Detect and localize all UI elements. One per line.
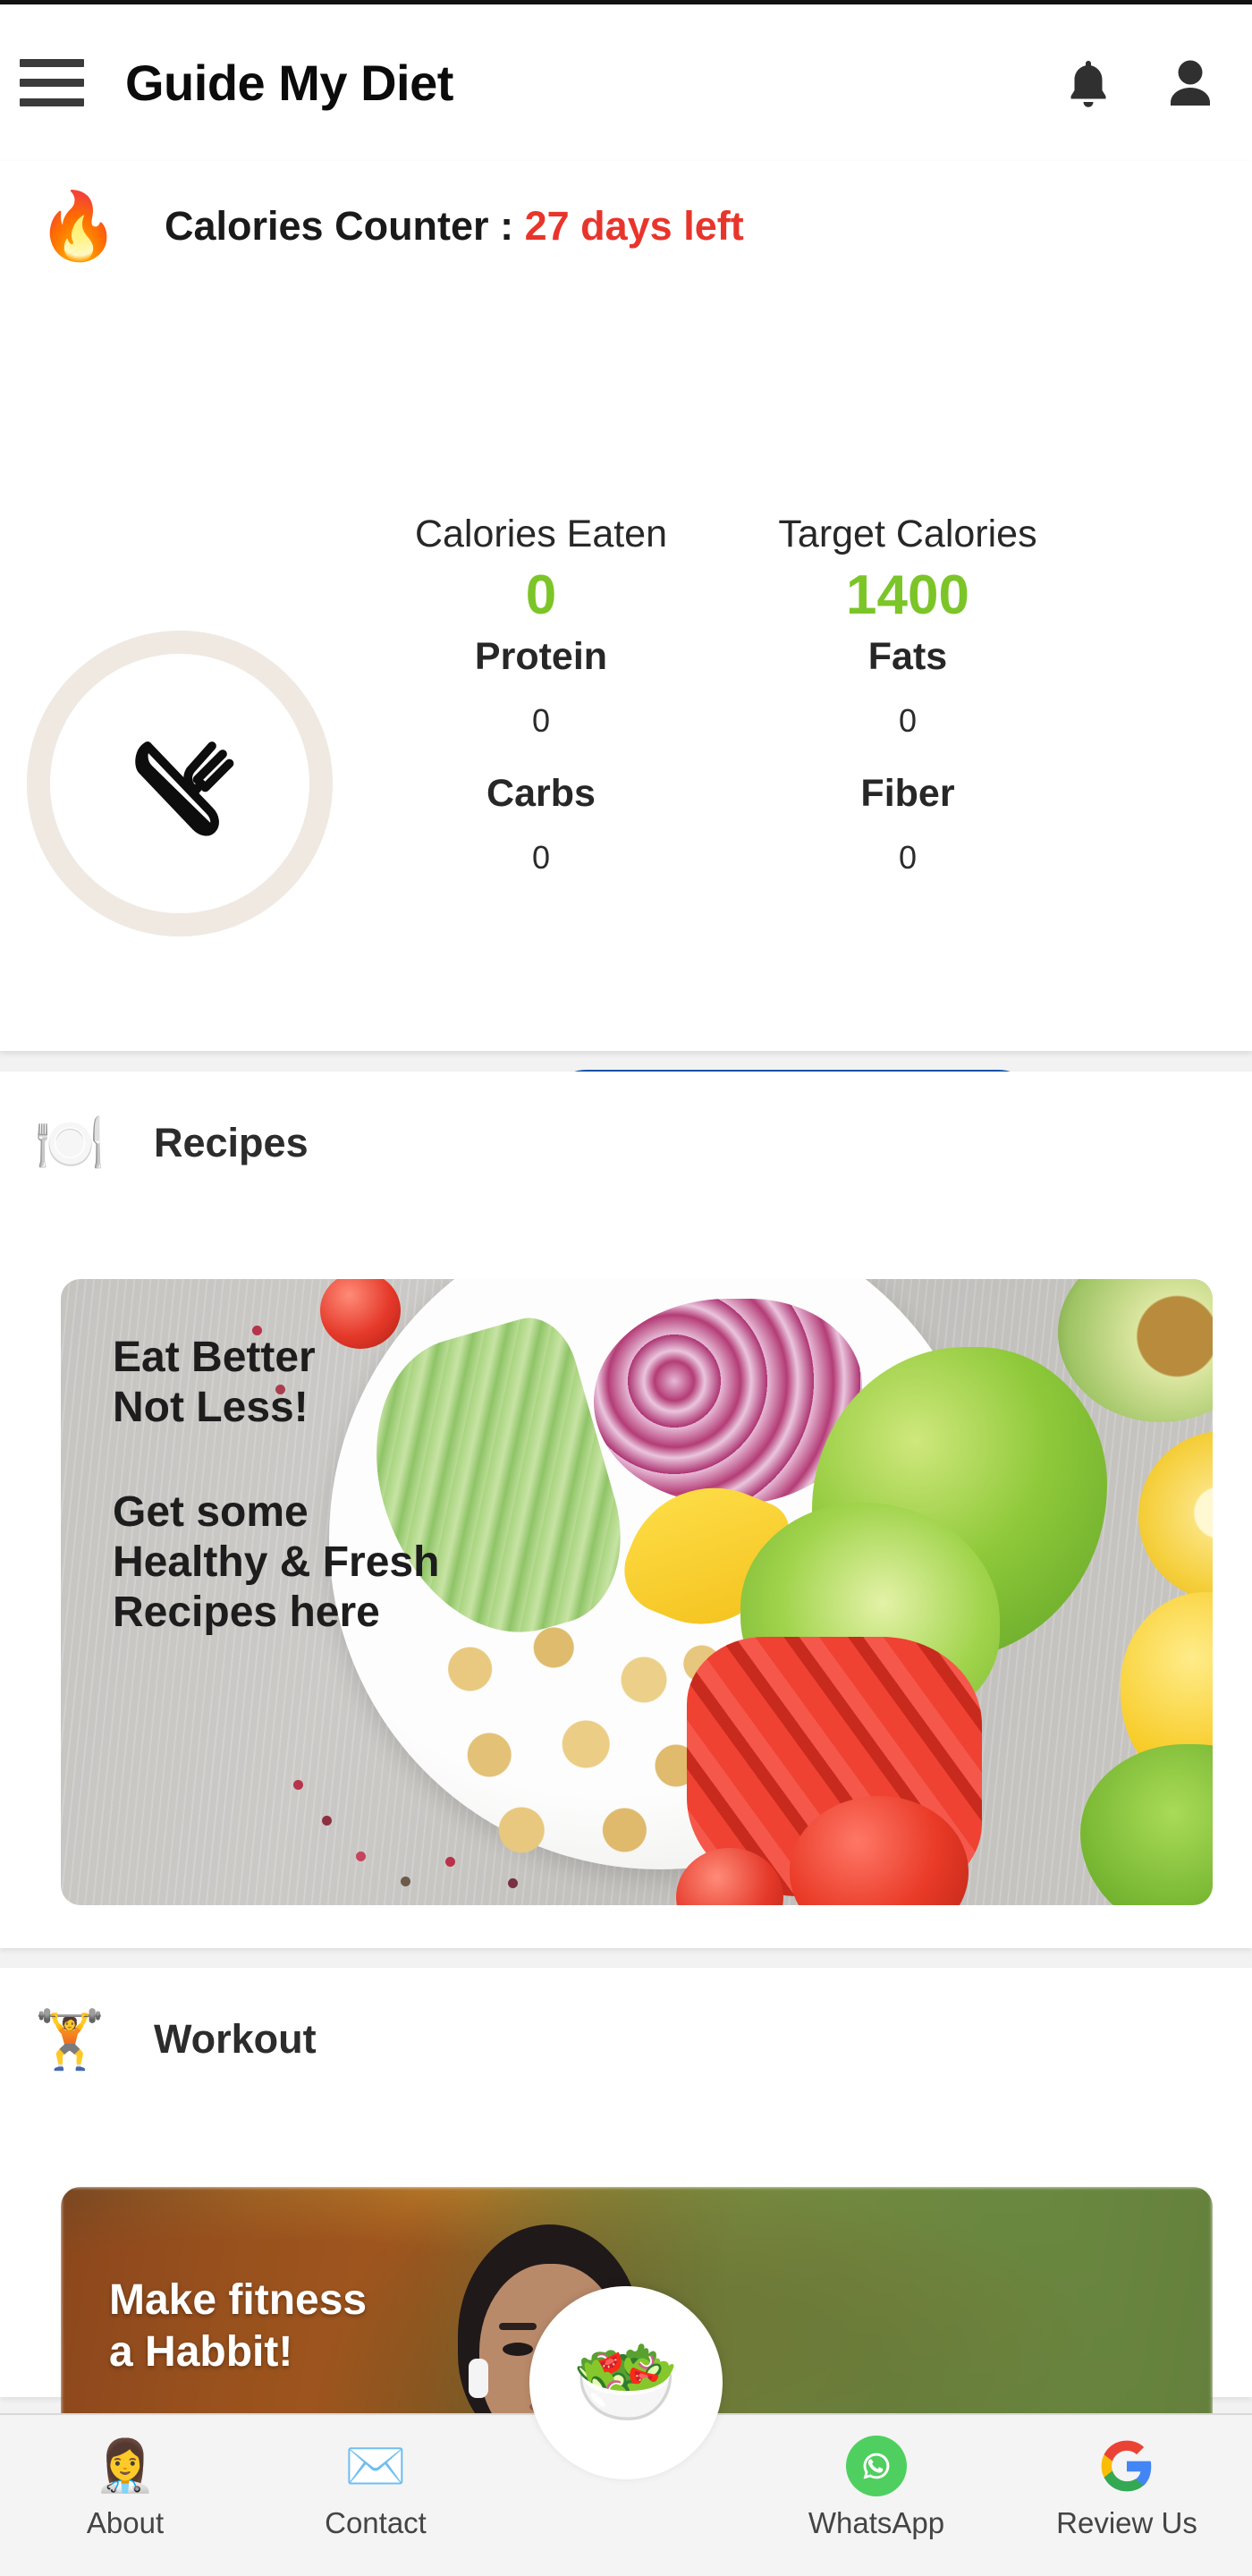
stats-row-macros-1: Protein 0 Fats 0: [358, 632, 1091, 746]
whatsapp-icon: [846, 2436, 907, 2496]
peppercorn: [445, 1857, 455, 1867]
workout-section-header: 🏋️ Workout: [32, 2011, 317, 2068]
peppercorn: [293, 1780, 303, 1790]
nav-label-about: About: [86, 2506, 165, 2539]
app-root: Guide My Diet 🔥 Calories Counter : 27 da…: [0, 0, 1252, 2576]
nav-item-whatsapp[interactable]: WhatsApp: [751, 2436, 1002, 2540]
protein-label: Protein: [474, 634, 608, 678]
peppercorn: [508, 1878, 518, 1888]
fats-col: Fats 0: [724, 632, 1091, 746]
peppercorn: [356, 1852, 366, 1861]
calories-eaten-value: 0: [525, 564, 557, 627]
google-g-icon: [1099, 2436, 1155, 2496]
calories-eaten-label: Calories Eaten: [414, 513, 668, 555]
workout-headline-2: a Habbit!: [109, 2327, 293, 2376]
person-icon[interactable]: [1164, 55, 1216, 111]
days-left-badge: 27 days left: [524, 203, 744, 249]
calories-counter-heading: Calories Counter : 27 days left: [165, 203, 744, 250]
bell-icon[interactable]: [1062, 55, 1114, 111]
nav-label-contact: Contact: [325, 2506, 427, 2539]
header-actions: [1062, 55, 1216, 111]
nutrition-stats: Calories Eaten 0 Target Calories 1400 Pr…: [358, 510, 1091, 883]
calories-progress-ring: [27, 631, 333, 936]
fork-knife-crossed-icon: [135, 741, 234, 836]
calories-counter-separator: :: [488, 203, 525, 249]
dumbbell-kettlebell-icon: 🏋️: [34, 2007, 106, 2072]
hamburger-bar: [20, 79, 84, 87]
workout-headline-1: Make fitness: [109, 2276, 368, 2324]
whatsapp-circle: [846, 2436, 907, 2496]
fats-value: 0: [898, 701, 918, 739]
stats-row-macros-2: Carbs 0 Fiber 0: [358, 769, 1091, 883]
workout-section-title: Workout: [154, 2016, 317, 2062]
eyebrow-left: [499, 2323, 537, 2330]
hamburger-menu-icon[interactable]: [20, 57, 84, 109]
carbs-col: Carbs 0: [358, 769, 724, 883]
salad-bowl-icon: 🥗: [572, 2334, 680, 2430]
recipes-subline-1: Get some: [113, 1488, 309, 1537]
recipes-section-header: 🍽️ Recipes: [32, 1111, 309, 1175]
nav-item-about[interactable]: 👩‍⚕️ About: [0, 2436, 250, 2540]
target-calories-label: Target Calories: [778, 513, 1037, 555]
workout-banner-text: Make fitness a Habbit!: [109, 2275, 367, 2377]
protein-value: 0: [531, 701, 551, 739]
calories-counter-card: 🔥 Calories Counter : 27 days left Calori…: [0, 161, 1252, 1156]
recipes-headline-1: Eat Better: [113, 1334, 316, 1381]
calories-counter-label: Calories Counter: [165, 203, 489, 249]
fire-emoji-icon: 🔥: [37, 189, 121, 263]
recipes-section-title: Recipes: [154, 1120, 309, 1165]
recipes-banner-text: Eat Better Not Less! Get some Healthy & …: [113, 1333, 439, 1637]
calories-eaten-col: Calories Eaten 0: [358, 510, 724, 632]
fiber-value: 0: [898, 838, 918, 876]
peppercorn: [401, 1877, 410, 1886]
stats-row-headline: Calories Eaten 0 Target Calories 1400: [358, 510, 1091, 632]
protein-col: Protein 0: [358, 632, 724, 746]
earbud-left: [469, 2359, 488, 2398]
nav-item-contact[interactable]: ✉️ Contact: [250, 2436, 501, 2540]
recipes-subline-2: Healthy & Fresh: [113, 1538, 440, 1587]
peppercorn: [322, 1816, 332, 1826]
hamburger-bar: [20, 59, 84, 67]
target-calories-value: 1400: [846, 564, 969, 627]
add-meal-fab-button[interactable]: 🥗: [529, 2286, 723, 2479]
fats-label: Fats: [867, 634, 948, 678]
nav-item-review-us[interactable]: Review Us: [1002, 2436, 1252, 2540]
carbs-value: 0: [531, 838, 551, 876]
plate-fork-knife-icon: 🍽️: [34, 1111, 106, 1175]
recipes-headline-2: Not Less!: [113, 1383, 309, 1431]
eye-left: [503, 2343, 533, 2356]
recipes-card: 🍽️ Recipes Eat Better Not Less! Get some…: [0, 1072, 1252, 1948]
nav-label-review-us: Review Us: [1056, 2506, 1197, 2539]
app-header: Guide My Diet: [0, 4, 1252, 161]
fiber-col: Fiber 0: [724, 769, 1091, 883]
target-calories-col: Target Calories 1400: [724, 510, 1091, 632]
recipes-banner[interactable]: Eat Better Not Less! Get some Healthy & …: [61, 1279, 1213, 1905]
fiber-label: Fiber: [860, 771, 955, 815]
calories-counter-header: 🔥 Calories Counter : 27 days left: [36, 193, 744, 259]
nav-label-whatsapp: WhatsApp: [808, 2506, 945, 2539]
recipes-subline-3: Recipes here: [113, 1588, 380, 1636]
page-title: Guide My Diet: [125, 55, 453, 111]
envelope-icon: ✉️: [344, 2437, 407, 2494]
hamburger-bar: [20, 98, 84, 106]
carbs-label: Carbs: [486, 771, 596, 815]
doctor-woman-icon: 👩‍⚕️: [94, 2437, 156, 2494]
